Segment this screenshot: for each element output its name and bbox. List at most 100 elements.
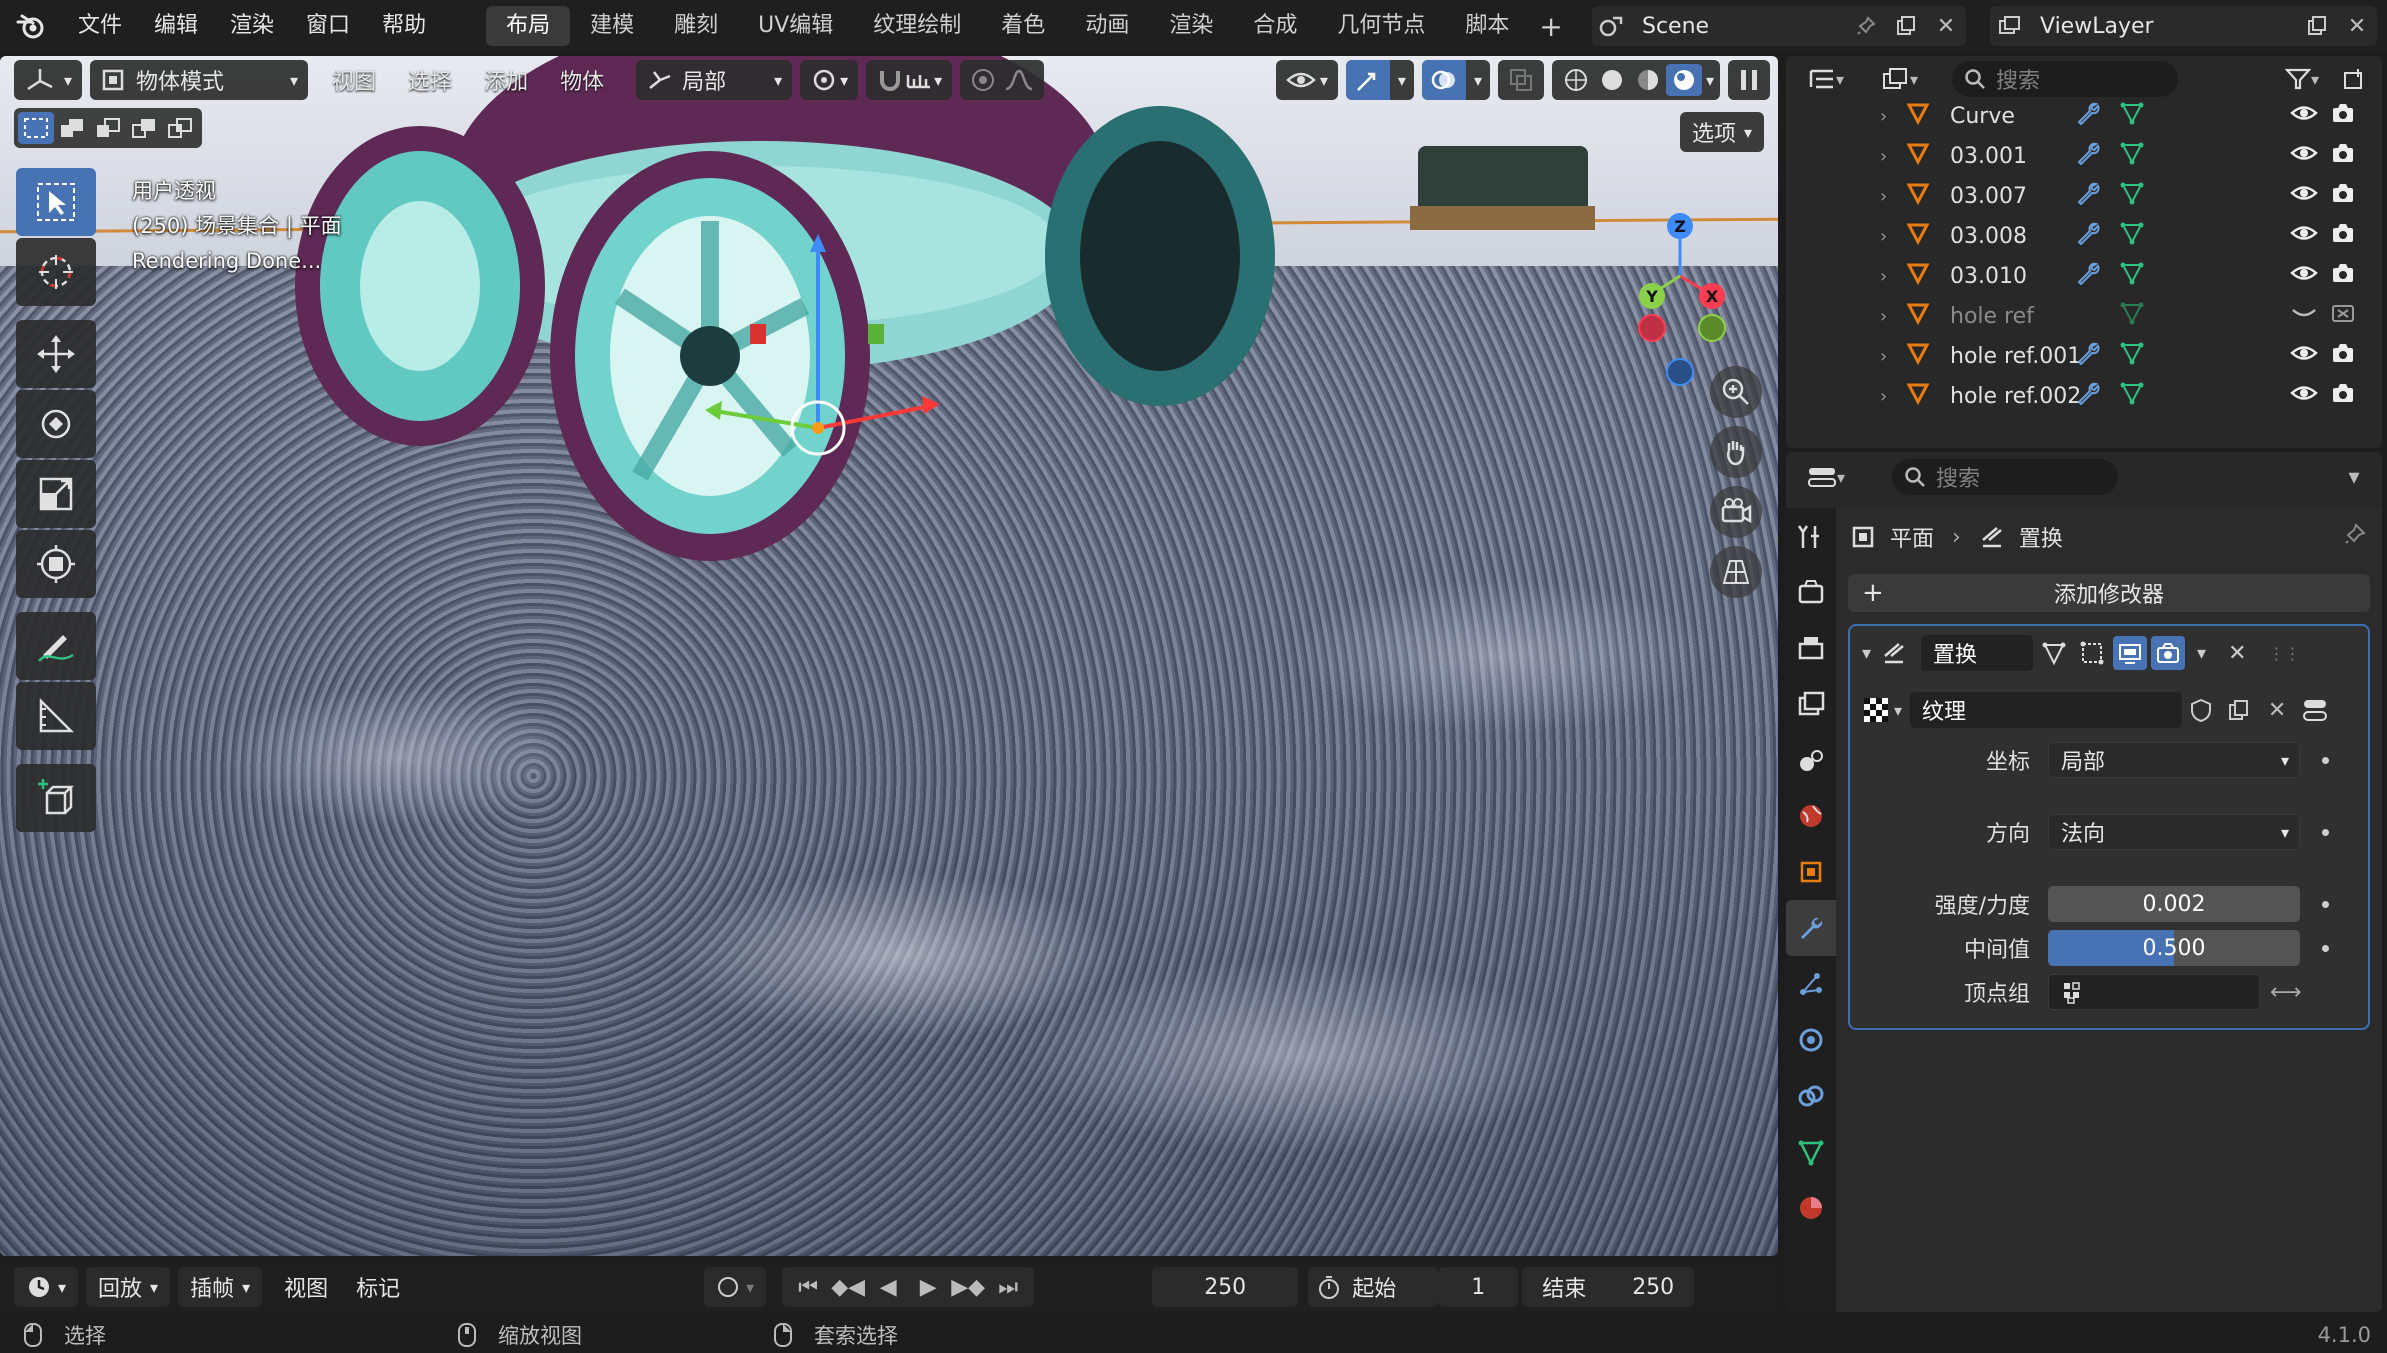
properties-options-chevron-icon[interactable]: ▾: [2334, 457, 2374, 497]
outliner-row[interactable]: › hole ref: [1786, 296, 2382, 336]
outliner-row[interactable]: › Curve: [1786, 96, 2382, 136]
mesh-data-icon[interactable]: [2120, 101, 2144, 131]
add-cube-tool[interactable]: [16, 764, 96, 832]
mesh-data-icon[interactable]: [2120, 181, 2144, 211]
direction-dropdown[interactable]: 法向 ▾: [2048, 814, 2300, 850]
new-view-layer-icon[interactable]: [2297, 6, 2337, 46]
view-layer-name[interactable]: ViewLayer: [2040, 14, 2297, 39]
outliner-row[interactable]: › 03.001: [1786, 136, 2382, 176]
select-box-tool[interactable]: [16, 168, 96, 236]
pin-icon[interactable]: [1846, 6, 1886, 46]
eye-icon[interactable]: [2290, 382, 2318, 410]
camera-render-icon[interactable]: [2330, 221, 2356, 251]
transform-orientation-dropdown[interactable]: 局部 ▾: [636, 60, 793, 100]
tab-modeling[interactable]: 建模: [570, 6, 654, 46]
mesh-data-icon[interactable]: [2120, 381, 2144, 411]
expand-arrow-icon[interactable]: ›: [1880, 106, 1887, 127]
world-tab-icon[interactable]: [1786, 788, 1836, 844]
select-subtract-icon[interactable]: [90, 112, 126, 144]
options-dropdown[interactable]: 选项 ▾: [1679, 112, 1764, 152]
cage-toggle-icon[interactable]: [2075, 636, 2109, 670]
add-modifier-button[interactable]: + 添加修改器: [1848, 574, 2370, 612]
tab-rendering[interactable]: 渲染: [1149, 6, 1233, 46]
texture-properties-icon[interactable]: [2296, 690, 2334, 730]
gizmo-toggle[interactable]: ▾: [1345, 60, 1414, 100]
outliner-row[interactable]: › 03.008: [1786, 216, 2382, 256]
mesh-data-icon[interactable]: [2120, 221, 2144, 251]
menu-edit[interactable]: 编辑: [138, 0, 214, 52]
jump-to-end-icon[interactable]: ⏭: [988, 1267, 1028, 1307]
zoom-icon[interactable]: [1710, 366, 1762, 418]
collapse-chevron-icon[interactable]: ▾: [1862, 643, 1871, 664]
eye-icon[interactable]: [2290, 182, 2318, 210]
keyframe-dot-icon[interactable]: [2322, 944, 2329, 952]
tab-sculpting[interactable]: 雕刻: [654, 6, 738, 46]
keyframe-dot-icon[interactable]: [2322, 900, 2329, 908]
constraints-tab-icon[interactable]: [1786, 1068, 1836, 1124]
outliner-row[interactable]: › 03.007: [1786, 176, 2382, 216]
blender-logo-icon[interactable]: [0, 0, 62, 52]
eye-icon[interactable]: [2290, 222, 2318, 250]
menu-file[interactable]: 文件: [62, 0, 138, 52]
texture-browse-button[interactable]: ▾: [1862, 696, 1902, 724]
play-reverse-icon[interactable]: ◀: [868, 1267, 908, 1307]
mesh-data-icon[interactable]: [2120, 261, 2144, 291]
unlink-texture-icon[interactable]: ✕: [2258, 690, 2296, 730]
delete-scene-icon[interactable]: ✕: [1926, 6, 1966, 46]
expand-arrow-icon[interactable]: ›: [1880, 346, 1887, 367]
outliner-item-name[interactable]: hole ref.001: [1950, 344, 2081, 369]
wrench-modifier-icon[interactable]: [2076, 101, 2100, 131]
wrench-modifier-icon[interactable]: [2076, 341, 2100, 371]
menu-render[interactable]: 渲染: [214, 0, 290, 52]
tab-shading[interactable]: 着色: [981, 6, 1065, 46]
midlevel-slider[interactable]: 0.500: [2048, 930, 2300, 966]
properties-editor-type-button[interactable]: ▾: [1794, 457, 1858, 497]
expand-arrow-icon[interactable]: ›: [1880, 146, 1887, 167]
texture-name-field[interactable]: 纹理: [1910, 692, 2183, 728]
jump-to-keyframe-next-icon[interactable]: ▶◆: [948, 1267, 988, 1307]
menu-object[interactable]: 物体: [544, 64, 620, 96]
keying-dropdown[interactable]: 插帧 ▾: [178, 1267, 263, 1307]
chevron-down-icon[interactable]: ▾: [2197, 643, 2206, 664]
eye-icon[interactable]: [2290, 102, 2318, 130]
jump-to-keyframe-prev-icon[interactable]: ◆◀: [828, 1267, 868, 1307]
wrench-modifier-icon[interactable]: [2076, 141, 2100, 171]
timeline-editor-type-button[interactable]: ▾: [14, 1267, 79, 1307]
new-collection-icon[interactable]: [2334, 59, 2374, 99]
wrench-modifier-icon[interactable]: [2076, 261, 2100, 291]
new-scene-icon[interactable]: [1886, 6, 1926, 46]
camera-render-icon[interactable]: [2330, 261, 2356, 291]
rotate-tool[interactable]: [16, 390, 96, 458]
menu-view[interactable]: 视图: [316, 64, 392, 96]
add-workspace-button[interactable]: +: [1529, 10, 1572, 43]
drag-handle-icon[interactable]: ⋮⋮: [2269, 644, 2301, 663]
outliner-item-name[interactable]: 03.007: [1950, 184, 2027, 209]
mesh-data-icon[interactable]: [2120, 301, 2144, 331]
mesh-data-icon[interactable]: [2120, 141, 2144, 171]
outliner-item-name[interactable]: 03.001: [1950, 144, 2027, 169]
tab-geometry-nodes[interactable]: 几何节点: [1317, 6, 1445, 46]
data-tab-icon[interactable]: [1786, 1124, 1836, 1180]
tab-layout[interactable]: 布局: [486, 6, 571, 46]
select-extend-icon[interactable]: [54, 112, 90, 144]
menu-window[interactable]: 窗口: [290, 0, 366, 52]
select-intersect-icon[interactable]: [162, 112, 198, 144]
eye-icon[interactable]: [2290, 342, 2318, 370]
menu-select[interactable]: 选择: [392, 64, 468, 96]
coords-dropdown[interactable]: 局部 ▾: [2048, 742, 2300, 778]
expand-arrow-icon[interactable]: ›: [1880, 266, 1887, 287]
display-mode-button[interactable]: ▾: [1868, 59, 1932, 99]
proportional-edit-button[interactable]: [960, 60, 1045, 100]
particles-tab-icon[interactable]: [1786, 956, 1836, 1012]
outliner-row[interactable]: › hole ref.002: [1786, 376, 2382, 416]
outliner-item-name[interactable]: 03.010: [1950, 264, 2027, 289]
eye-closed-icon[interactable]: [2290, 302, 2318, 330]
chevron-down-icon[interactable]: ▾: [1706, 71, 1714, 90]
object-tab-icon[interactable]: [1786, 844, 1836, 900]
visibility-button[interactable]: ▾: [1275, 60, 1338, 100]
snap-button[interactable]: ▾: [866, 60, 953, 100]
start-frame-field[interactable]: 起始: [1308, 1267, 1439, 1307]
keyframe-dot-icon[interactable]: [2322, 756, 2329, 764]
camera-render-icon[interactable]: [2330, 101, 2356, 131]
end-frame-field[interactable]: 结束 250: [1522, 1267, 1695, 1307]
